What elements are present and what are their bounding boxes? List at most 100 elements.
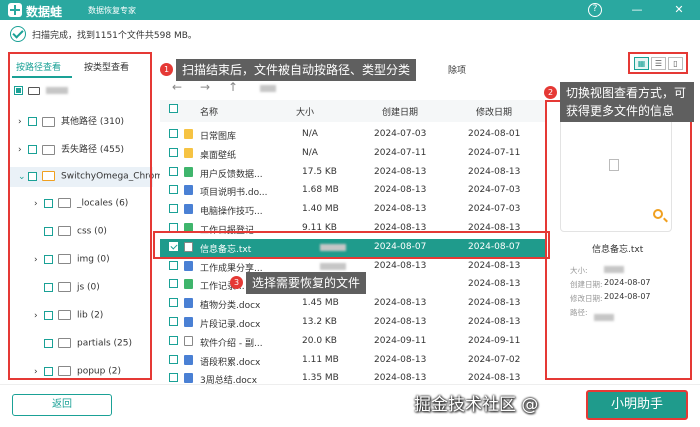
up-arrow-icon[interactable]: ↑ [228, 80, 238, 94]
tree-checkbox[interactable] [44, 254, 53, 264]
row-checkbox[interactable] [169, 335, 178, 345]
preview-created-value: 2024-08-07 [604, 278, 651, 287]
row-checkbox[interactable] [169, 298, 178, 308]
file-name: 语段积累.docx [200, 357, 261, 368]
tree-checkbox[interactable] [44, 282, 53, 292]
table-row[interactable]: 电脑操作技巧... 1.40 MB 2024-08-13 2024-07-03 [160, 201, 546, 217]
forward-arrow-icon[interactable]: → [200, 80, 210, 94]
tree-item-js[interactable]: js (0) [44, 282, 100, 302]
chevron-right-icon[interactable]: › [34, 255, 44, 265]
tree-item-img[interactable]: › img (0) [34, 254, 110, 274]
tree-checkbox[interactable] [14, 86, 23, 95]
row-checkbox[interactable] [169, 185, 178, 195]
file-modified: 2024-07-03 [468, 204, 521, 215]
tree-checkbox[interactable] [44, 310, 53, 320]
table-row[interactable]: 用户反馈数据... 17.5 KB 2024-08-13 2024-08-13 [160, 164, 546, 180]
column-size[interactable]: 大小 [296, 105, 314, 118]
row-checkbox[interactable] [169, 241, 178, 251]
detail-view-icon[interactable]: ▯ [668, 57, 683, 70]
row-checkbox[interactable] [169, 166, 178, 176]
tree-checkbox[interactable] [44, 198, 53, 208]
row-checkbox[interactable] [169, 223, 178, 232]
table-row[interactable]: 桌面壁纸 N/A 2024-07-11 2024-07-11 [160, 145, 546, 161]
tree-item-popup[interactable]: › popup (2) [34, 366, 121, 386]
view-mode-toggle: ▦ ☰ ▯ [628, 52, 688, 74]
folder-tree-panel: 按路径查看 按类型查看 › 其他路径 (310) › 丢失路径 (455) ⌄ Swi… [0, 48, 163, 386]
tree-checkbox[interactable] [28, 117, 37, 126]
scan-status-text: 扫描完成，找到1151个文件共598 MB。 [32, 31, 197, 41]
row-checkbox[interactable] [169, 204, 178, 214]
file-modified: 2024-08-01 [468, 129, 521, 139]
file-type-icon [184, 185, 193, 196]
help-icon[interactable]: ? [588, 3, 602, 17]
row-checkbox[interactable] [169, 129, 178, 138]
row-checkbox[interactable] [169, 279, 178, 289]
folder-icon [58, 338, 71, 348]
annotation-badge-1: 1 [160, 63, 173, 76]
chevron-right-icon[interactable]: › [34, 367, 44, 377]
chevron-right-icon[interactable]: › [18, 117, 28, 127]
file-modified: 2024-08-13 [468, 260, 521, 271]
tree-item-label: 丢失路径 (455) [61, 145, 125, 155]
tree-checkbox[interactable] [28, 145, 37, 154]
list-view-icon[interactable]: ☰ [651, 57, 666, 70]
grid-view-icon[interactable]: ▦ [634, 57, 649, 70]
tree-item-lost-paths[interactable]: › 丢失路径 (455) [18, 142, 124, 162]
table-row[interactable]: 工作日报登记... 9.11 KB 2024-08-13 2024-08-13 [160, 220, 546, 236]
recover-button[interactable]: 小明助手 [586, 390, 688, 420]
table-row[interactable]: 植物分类.docx 1.45 MB 2024-08-13 2024-08-13 [160, 295, 546, 311]
magnifier-icon[interactable] [653, 209, 663, 219]
tree-item-lib[interactable]: › lib (2) [34, 310, 103, 330]
path-nav-bar: ← → ↑ [160, 78, 550, 98]
table-row[interactable]: 片段记录.docx 13.2 KB 2024-08-13 2024-08-13 [160, 314, 546, 330]
column-modified[interactable]: 修改日期 [476, 105, 512, 118]
row-checkbox[interactable] [169, 260, 178, 270]
tree-item-drive[interactable] [14, 86, 68, 106]
tree-item-switchyomega[interactable]: ⌄ SwitchyOmega_Chrom [8, 167, 163, 187]
filter-label[interactable]: 除项 [448, 63, 466, 76]
table-row[interactable]: 日常图库 N/A 2024-07-03 2024-08-01 [160, 126, 546, 142]
row-checkbox[interactable] [169, 147, 178, 157]
tree-checkbox[interactable] [28, 171, 37, 181]
file-name: 用户反馈数据... [200, 169, 263, 180]
table-row[interactable]: 信息备忘.txt 2024-08-07 2024-08-07 [160, 238, 546, 259]
column-created[interactable]: 创建日期 [382, 105, 418, 118]
back-button[interactable]: 返回 [12, 394, 112, 416]
table-row[interactable]: 项目说明书.do... 1.68 MB 2024-08-13 2024-07-03 [160, 182, 546, 198]
row-checkbox[interactable] [169, 373, 178, 383]
column-name[interactable]: 名称 [200, 105, 218, 118]
file-created: 2024-07-03 [374, 129, 427, 139]
tree-item-other-paths[interactable]: › 其他路径 (310) [18, 114, 124, 134]
file-type-icon [184, 223, 193, 233]
row-checkbox[interactable] [169, 317, 178, 326]
minimize-icon[interactable]: — [630, 3, 644, 17]
tree-item-locales[interactable]: › _locales (6) [34, 198, 128, 218]
chevron-right-icon[interactable]: › [34, 199, 44, 209]
tree-checkbox[interactable] [44, 226, 53, 236]
close-icon[interactable]: ✕ [672, 3, 686, 17]
tree-item-label: lib (2) [77, 310, 104, 321]
preview-path-value [594, 314, 614, 321]
tree-item-partials[interactable]: partials (25) [44, 338, 132, 358]
row-checkbox[interactable] [169, 354, 178, 364]
file-type-icon [184, 279, 193, 290]
folder-icon [42, 116, 55, 127]
tab-by-type[interactable]: 按类型查看 [84, 60, 129, 73]
table-row[interactable]: 语段积累.docx 1.11 MB 2024-08-13 2024-07-02 [160, 352, 546, 368]
tree-item-css[interactable]: css (0) [44, 226, 107, 246]
tree-item-label: 其他路径 (310) [61, 117, 125, 127]
file-modified: 2024-08-13 [468, 223, 521, 233]
chevron-down-icon[interactable]: ⌄ [18, 172, 28, 182]
select-all-checkbox[interactable] [169, 104, 178, 113]
file-modified: 2024-08-13 [468, 298, 521, 309]
tab-by-path[interactable]: 按路径查看 [16, 60, 61, 73]
folder-icon [58, 366, 71, 376]
chevron-right-icon[interactable]: › [18, 145, 28, 155]
tree-checkbox[interactable] [44, 366, 53, 376]
file-type-icon [184, 129, 193, 139]
chevron-right-icon[interactable]: › [34, 311, 44, 321]
tree-checkbox[interactable] [44, 338, 53, 348]
table-row[interactable]: 软件介绍 - 副... 20.0 KB 2024-09-11 2024-09-11 [160, 333, 546, 349]
folder-icon [42, 144, 55, 155]
back-arrow-icon[interactable]: ← [172, 80, 182, 94]
